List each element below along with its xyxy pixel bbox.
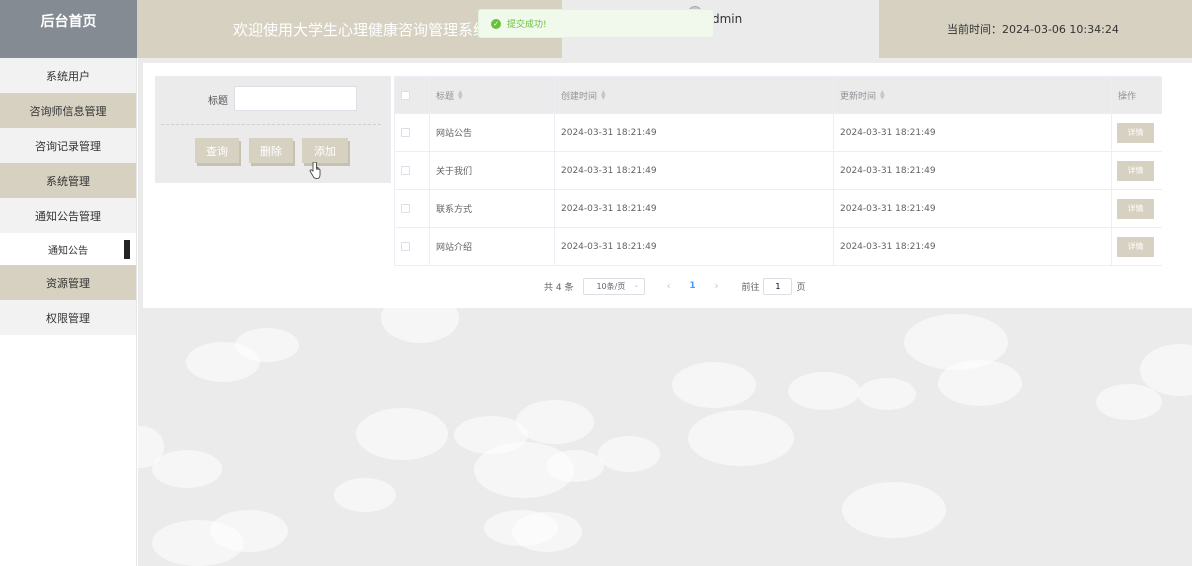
cell-title: 关于我们 [436, 167, 473, 177]
sidebar-item-label: 咨询记录管理 [35, 139, 101, 153]
select-all-checkbox[interactable] [401, 90, 410, 100]
sidebar-item-permission-management[interactable]: 权限管理 [0, 300, 136, 335]
sidebar-item-label: 通知公告管理 [35, 209, 101, 223]
cell-created: 2024-03-31 18:21:49 [561, 127, 657, 138]
sidebar: 系统用户 咨询师信息管理 咨询记录管理 系统管理 通知公告管理 通知公告 资源管… [0, 58, 137, 566]
time-value: 2024-03-06 10:34:24 [1002, 22, 1119, 36]
header-action: 操作 [1118, 77, 1136, 113]
header-updated-text: 更新时间 [840, 91, 877, 102]
detail-button[interactable]: 详情 [1117, 198, 1154, 219]
sidebar-item-label: 系统管理 [46, 174, 90, 188]
cell-created: 2024-03-31 18:21:49 [561, 165, 657, 176]
row-checkbox[interactable] [401, 166, 410, 175]
success-toast: ✓ 提交成功! [478, 9, 714, 38]
delete-button[interactable]: 删除 [249, 138, 293, 163]
sidebar-item-label: 权限管理 [46, 311, 90, 325]
background-bubble [152, 450, 222, 488]
sidebar-item-system-users[interactable]: 系统用户 [0, 58, 136, 93]
table-row: 网站介绍 2024-03-31 18:21:49 2024-03-31 18:2… [395, 228, 1162, 266]
sidebar-item-label: 资源管理 [46, 276, 90, 290]
page-number-current[interactable]: 1 [679, 281, 705, 291]
toast-message: 提交成功! [507, 20, 547, 30]
sidebar-item-label: 系统用户 [46, 69, 90, 83]
search-form: 标题 查询 删除 添加 [155, 76, 391, 183]
cell-title: 网站介绍 [436, 243, 473, 253]
background-bubble [334, 478, 396, 512]
row-checkbox[interactable] [401, 242, 410, 251]
table-header: 标题 ▲ ▼ 创建时间 ▲ ▼ 更新时间 ▲ ▼ 操作 [395, 77, 1162, 114]
hand-cursor-icon [309, 162, 321, 179]
row-checkbox[interactable] [401, 128, 410, 137]
background-bubble [672, 362, 756, 408]
cell-updated: 2024-03-31 18:21:49 [840, 127, 936, 138]
cell-created: 2024-03-31 18:21:49 [561, 241, 657, 252]
detail-button[interactable]: 详情 [1117, 122, 1154, 143]
sidebar-item-system-management[interactable]: 系统管理 [0, 163, 136, 198]
sidebar-item-notice-management[interactable]: 通知公告管理 [0, 198, 136, 233]
row-checkbox[interactable] [401, 204, 410, 213]
page-size-value: 10条/页 [596, 281, 626, 291]
background-bubble [356, 408, 448, 460]
background-bubble [512, 512, 582, 552]
check-circle-icon: ✓ [491, 18, 501, 29]
divider [161, 124, 381, 125]
cell-title: 网站公告 [436, 129, 473, 139]
background-bubble [842, 482, 946, 538]
next-page-icon[interactable]: › [705, 281, 727, 292]
table-row: 网站公告 2024-03-31 18:21:49 2024-03-31 18:2… [395, 114, 1162, 152]
background-bubble [938, 360, 1022, 406]
time-label: 当前时间： [947, 23, 1002, 36]
query-button[interactable]: 查询 [195, 138, 239, 163]
sort-icon[interactable]: ▲ ▼ [458, 90, 463, 101]
current-time: 当前时间： 2024-03-06 10:34:24 [879, 0, 1192, 58]
page-suffix: 页 [796, 282, 806, 293]
background-bubble [516, 400, 594, 444]
goto-page-input[interactable] [763, 277, 793, 295]
cell-updated: 2024-03-31 18:21:49 [840, 241, 936, 252]
detail-button[interactable]: 详情 [1117, 160, 1154, 181]
title-search-input[interactable] [234, 86, 357, 111]
header-updated[interactable]: 更新时间 ▲ ▼ [840, 77, 885, 113]
cell-created: 2024-03-31 18:21:49 [561, 203, 657, 214]
header-title-text: 标题 [436, 91, 455, 102]
background-bubble [688, 410, 794, 466]
table-row: 联系方式 2024-03-31 18:21:49 2024-03-31 18:2… [395, 190, 1162, 228]
header-created-text: 创建时间 [561, 91, 598, 102]
background-bubble [788, 372, 860, 410]
data-table: 标题 ▲ ▼ 创建时间 ▲ ▼ 更新时间 ▲ ▼ 操作 网站公告 2024-03-31 18… [394, 76, 1162, 266]
header-created[interactable]: 创建时间 ▲ ▼ [561, 77, 606, 113]
background-bubble [152, 520, 244, 566]
brand-title[interactable]: 后台首页 [0, 0, 137, 58]
sidebar-item-resource-management[interactable]: 资源管理 [0, 265, 136, 300]
sidebar-subitem-notice[interactable]: 通知公告 [0, 233, 136, 265]
page-size-select[interactable]: 10条/页 ⌄ [583, 277, 646, 295]
detail-button[interactable]: 详情 [1117, 236, 1154, 257]
background-bubble [1096, 384, 1162, 420]
background-bubble [598, 436, 660, 472]
background-bubble [546, 450, 604, 482]
title-label: 标题 [208, 96, 228, 107]
cell-title: 联系方式 [436, 205, 473, 215]
goto-label: 前往 [741, 282, 760, 293]
pagination-total: 共 4 条 [544, 282, 574, 293]
sidebar-item-counselor-info[interactable]: 咨询师信息管理 [0, 93, 136, 128]
background-bubble [235, 328, 299, 362]
chevron-down-icon: ⌄ [633, 280, 640, 289]
prev-page-icon[interactable]: ‹ [657, 281, 679, 292]
sidebar-item-label: 通知公告 [48, 245, 88, 257]
sort-icon[interactable]: ▲ ▼ [880, 90, 885, 101]
sort-icon[interactable]: ▲ ▼ [601, 90, 606, 101]
sidebar-item-consult-records[interactable]: 咨询记录管理 [0, 128, 136, 163]
table-row: 关于我们 2024-03-31 18:21:49 2024-03-31 18:2… [395, 152, 1162, 190]
cell-updated: 2024-03-31 18:21:49 [840, 203, 936, 214]
sidebar-item-label: 咨询师信息管理 [29, 104, 107, 118]
background-bubble [858, 378, 916, 410]
cell-updated: 2024-03-31 18:21:49 [840, 165, 936, 176]
user-name[interactable]: dmin [712, 12, 742, 26]
header-action-text: 操作 [1118, 91, 1137, 102]
header-title[interactable]: 标题 ▲ ▼ [436, 77, 463, 113]
pagination: 共 4 条 10条/页 ⌄ ‹ 1 › 前往 页 [544, 277, 805, 295]
active-indicator [124, 240, 130, 259]
add-button[interactable]: 添加 [302, 138, 348, 163]
